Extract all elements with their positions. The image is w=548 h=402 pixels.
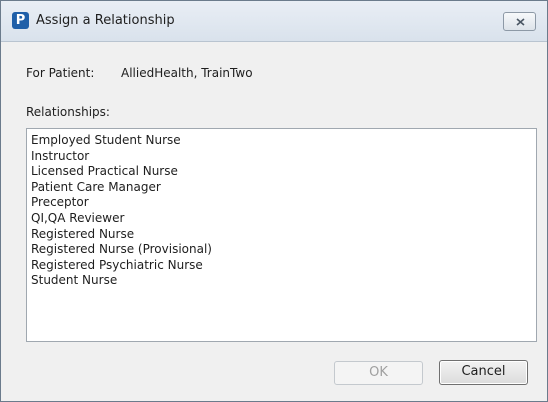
assign-relationship-dialog: P Assign a Relationship For Patient: All… [0,0,548,402]
list-item[interactable]: Student Nurse [27,273,536,289]
list-item[interactable]: Licensed Practical Nurse [27,164,536,180]
list-item[interactable]: Registered Nurse (Provisional) [27,242,536,258]
cancel-button[interactable]: Cancel [439,360,528,385]
list-item[interactable]: Preceptor [27,195,536,211]
app-logo-icon: P [12,12,29,29]
list-item[interactable]: Patient Care Manager [27,180,536,196]
list-item[interactable]: Registered Psychiatric Nurse [27,258,536,274]
close-icon [516,18,525,26]
ok-button[interactable]: OK [334,361,423,385]
list-item[interactable]: QI,QA Reviewer [27,211,536,227]
relationships-listbox[interactable]: Employed Student Nurse Instructor Licens… [26,128,537,342]
list-item[interactable]: Instructor [27,149,536,165]
for-patient-label: For Patient: [26,66,95,80]
patient-name: AlliedHealth, TrainTwo [121,66,253,80]
relationships-label: Relationships: [26,105,110,119]
list-item[interactable]: Registered Nurse [27,227,536,243]
close-button[interactable] [503,12,536,31]
dialog-body: For Patient: AlliedHealth, TrainTwo Rela… [1,42,547,401]
list-item[interactable]: Employed Student Nurse [27,133,536,149]
title-bar[interactable]: P Assign a Relationship [1,1,547,42]
window-title: Assign a Relationship [36,13,175,28]
